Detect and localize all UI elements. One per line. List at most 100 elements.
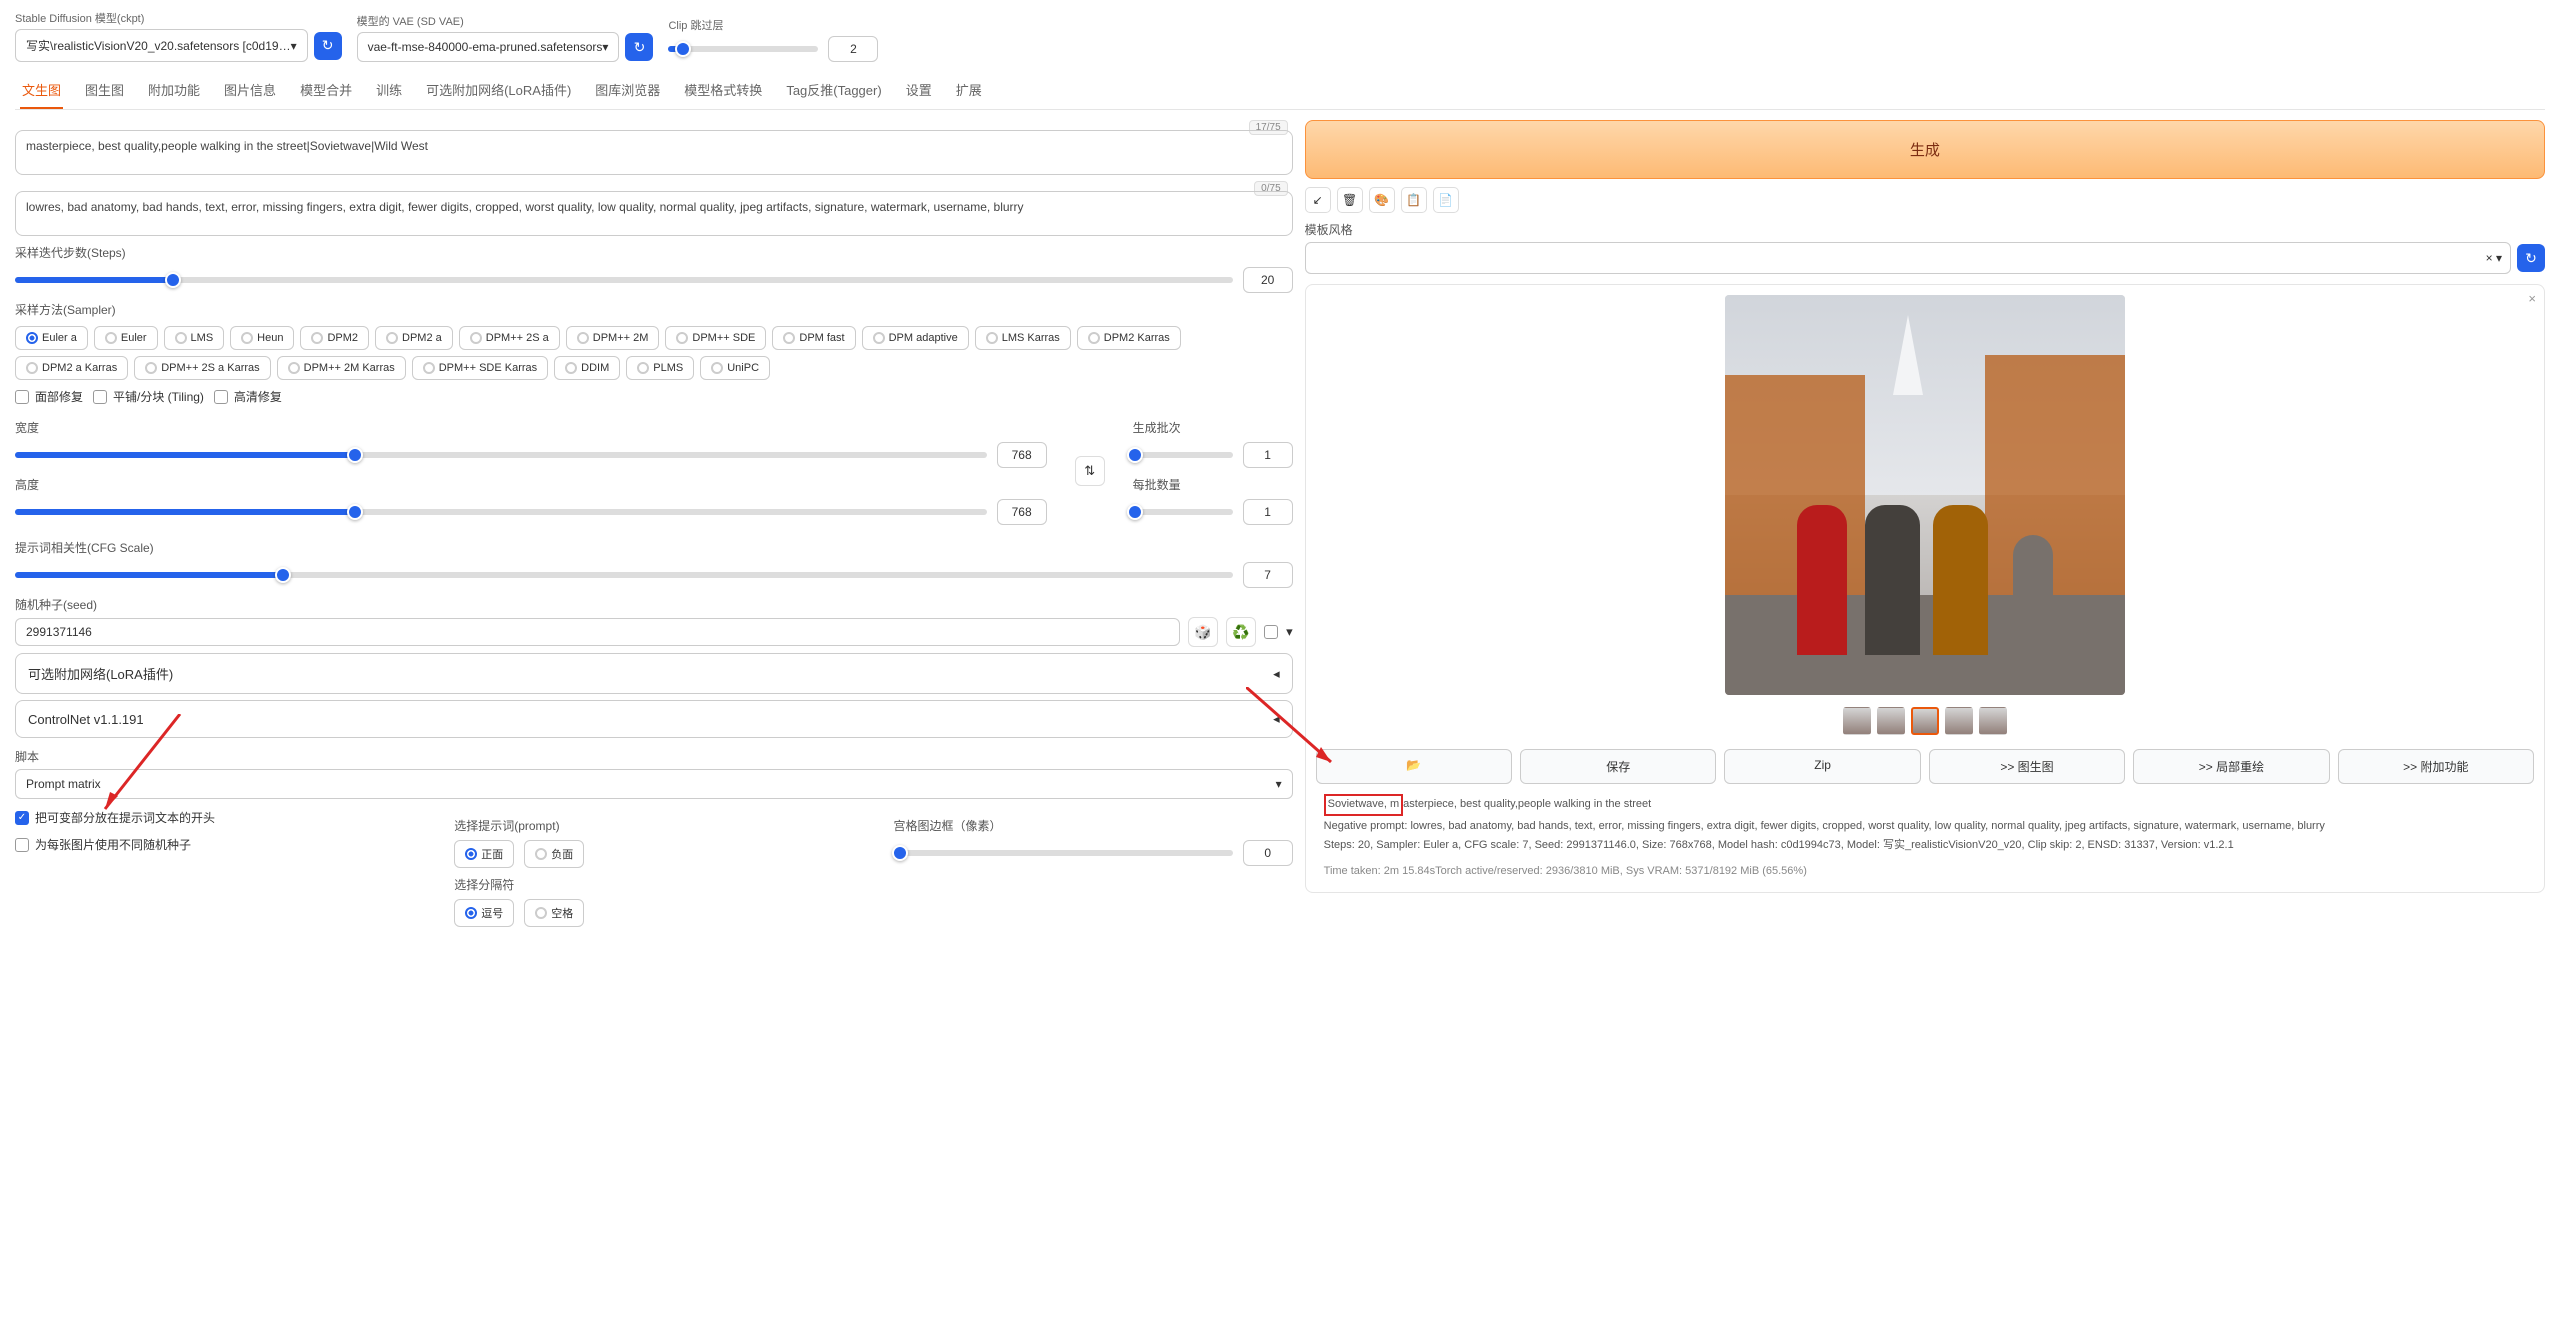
zip-button[interactable]: Zip (1724, 749, 1920, 784)
batch-count-slider[interactable] (1133, 452, 1233, 458)
sampler-unipc[interactable]: UniPC (700, 356, 770, 380)
palette-button[interactable]: 🎨 (1369, 187, 1395, 213)
tab-1[interactable]: 图生图 (83, 72, 126, 109)
steps-value[interactable]: 20 (1243, 267, 1293, 293)
sampler-dpm-2s-a-karras[interactable]: DPM++ 2S a Karras (134, 356, 270, 380)
tiling-check[interactable]: 平铺/分块 (Tiling) (93, 388, 204, 405)
margin-value[interactable]: 0 (1243, 840, 1293, 866)
space-radio[interactable]: 空格 (524, 899, 584, 927)
folder-button[interactable]: 📂 (1316, 749, 1512, 784)
swap-wh-button[interactable]: ⇅ (1075, 456, 1105, 486)
arrow-tool-button[interactable]: ↙ (1305, 187, 1331, 213)
extras-button[interactable]: >> 附加功能 (2338, 749, 2534, 784)
seed-input[interactable]: 2991371146 (15, 618, 1180, 646)
batch-count-value[interactable]: 1 (1243, 442, 1293, 468)
clip-value[interactable]: 2 (828, 36, 878, 62)
tab-6[interactable]: 可选附加网络(LoRA插件) (424, 72, 573, 109)
img2img-button[interactable]: >> 图生图 (1929, 749, 2125, 784)
select-delim-label: 选择分隔符 (454, 876, 853, 893)
tab-11[interactable]: 扩展 (954, 72, 984, 109)
output-image[interactable] (1725, 295, 2125, 695)
vae-label: 模型的 VAE (SD VAE) (357, 13, 654, 29)
sampler-dpm2-a-karras[interactable]: DPM2 a Karras (15, 356, 128, 380)
ckpt-select[interactable]: 写实\realisticVisionV20_v20.safetensors [c… (15, 29, 308, 62)
save-button[interactable]: 保存 (1520, 749, 1716, 784)
tab-10[interactable]: 设置 (904, 72, 934, 109)
width-value[interactable]: 768 (997, 442, 1047, 468)
tab-4[interactable]: 模型合并 (298, 72, 354, 109)
clipboard-button[interactable]: 📋 (1401, 187, 1427, 213)
tab-7[interactable]: 图库浏览器 (593, 72, 662, 109)
sampler-dpm-2m[interactable]: DPM++ 2M (566, 326, 660, 350)
tab-9[interactable]: Tag反推(Tagger) (784, 72, 883, 109)
cfg-value[interactable]: 7 (1243, 562, 1293, 588)
negative-radio[interactable]: 负面 (524, 840, 584, 868)
batch-size-slider[interactable] (1133, 509, 1233, 515)
sampler-euler-a[interactable]: Euler a (15, 326, 88, 350)
sampler-dpm-2s-a[interactable]: DPM++ 2S a (459, 326, 560, 350)
negative-prompt[interactable]: lowres, bad anatomy, bad hands, text, er… (15, 191, 1293, 236)
restore-face-check[interactable]: 面部修复 (15, 388, 83, 405)
tab-3[interactable]: 图片信息 (222, 72, 278, 109)
tab-0[interactable]: 文生图 (20, 72, 63, 109)
thumb-4[interactable] (1979, 707, 2007, 735)
thumb-1[interactable] (1877, 707, 1905, 735)
margin-slider[interactable] (893, 850, 1232, 856)
height-slider[interactable] (15, 509, 987, 515)
script-select[interactable]: Prompt matrix▾ (15, 769, 1293, 799)
sampler-dpm2[interactable]: DPM2 (300, 326, 369, 350)
dice-button[interactable]: 🎲 (1188, 617, 1218, 647)
caret-left-icon: ◂ (1273, 666, 1280, 682)
file-button[interactable]: 📄 (1433, 187, 1459, 213)
sampler-label: 采样方法(Sampler) (15, 301, 1293, 318)
hires-check[interactable]: 高清修复 (214, 388, 282, 405)
close-icon[interactable]: × (2528, 291, 2536, 306)
sampler-plms[interactable]: PLMS (626, 356, 694, 380)
sampler-lms[interactable]: LMS (164, 326, 225, 350)
style-refresh-button[interactable]: ↻ (2517, 244, 2545, 272)
width-slider[interactable] (15, 452, 987, 458)
output-info: Sovietwave, masterpiece, best quality,pe… (1316, 794, 2534, 880)
thumb-0[interactable] (1843, 707, 1871, 735)
seed-label: 随机种子(seed) (15, 596, 1293, 613)
positive-prompt[interactable]: masterpiece, best quality,people walking… (15, 130, 1293, 175)
trash-button[interactable]: 🗑 (1337, 187, 1363, 213)
cfg-slider[interactable] (15, 572, 1233, 578)
inpaint-button[interactable]: >> 局部重绘 (2133, 749, 2329, 784)
height-value[interactable]: 768 (997, 499, 1047, 525)
controlnet-accordion[interactable]: ControlNet v1.1.191◂ (15, 700, 1293, 738)
positive-radio[interactable]: 正面 (454, 840, 514, 868)
clip-slider[interactable] (668, 46, 818, 52)
sampler-dpm-fast[interactable]: DPM fast (772, 326, 855, 350)
sampler-euler[interactable]: Euler (94, 326, 158, 350)
opt1-check[interactable]: ✓把可变部分放在提示词文本的开头 (15, 809, 414, 826)
comma-radio[interactable]: 逗号 (454, 899, 514, 927)
lora-accordion[interactable]: 可选附加网络(LoRA插件)◂ (15, 653, 1293, 694)
opt2-check[interactable]: 为每张图片使用不同随机种子 (15, 836, 414, 853)
batch-size-label: 每批数量 (1133, 476, 1293, 493)
sampler-dpm-sde-karras[interactable]: DPM++ SDE Karras (412, 356, 548, 380)
tab-5[interactable]: 训练 (374, 72, 404, 109)
tab-8[interactable]: 模型格式转换 (682, 72, 764, 109)
sampler-dpm-adaptive[interactable]: DPM adaptive (862, 326, 969, 350)
generate-button[interactable]: 生成 (1305, 120, 2545, 179)
vae-select[interactable]: vae-ft-mse-840000-ema-pruned.safetensors… (357, 32, 620, 62)
sampler-heun[interactable]: Heun (230, 326, 294, 350)
batch-size-value[interactable]: 1 (1243, 499, 1293, 525)
sampler-ddim[interactable]: DDIM (554, 356, 620, 380)
sampler-dpm-sde[interactable]: DPM++ SDE (665, 326, 766, 350)
vae-refresh-button[interactable]: ↻ (625, 33, 653, 61)
sampler-dpm2-a[interactable]: DPM2 a (375, 326, 453, 350)
sampler-lms-karras[interactable]: LMS Karras (975, 326, 1071, 350)
sampler-dpm2-karras[interactable]: DPM2 Karras (1077, 326, 1181, 350)
steps-slider[interactable] (15, 277, 1233, 283)
ckpt-refresh-button[interactable]: ↻ (314, 32, 342, 60)
tab-2[interactable]: 附加功能 (146, 72, 202, 109)
thumb-3[interactable] (1945, 707, 1973, 735)
style-select[interactable]: × ▾ (1305, 242, 2511, 274)
chevron-down-icon[interactable]: ▾ (1286, 624, 1293, 640)
sampler-dpm-2m-karras[interactable]: DPM++ 2M Karras (277, 356, 406, 380)
recycle-button[interactable]: ♻️ (1226, 617, 1256, 647)
seed-extra-check[interactable] (1264, 625, 1278, 639)
thumb-2[interactable] (1911, 707, 1939, 735)
